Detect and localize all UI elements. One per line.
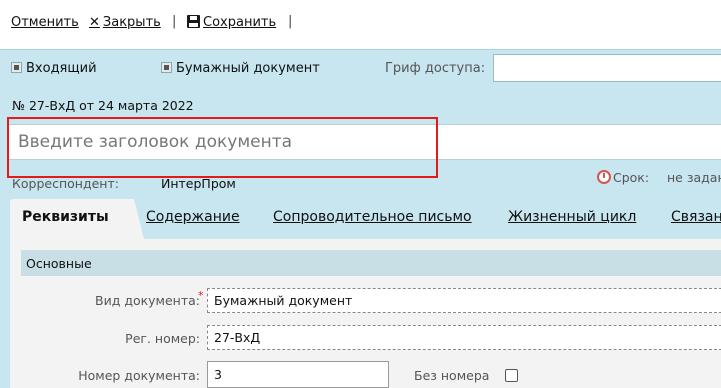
document-number-line: № 27-ВхД от 24 марта 2022 <box>12 98 194 113</box>
doc-number-label: Номер документа: <box>78 368 200 383</box>
doc-kind-label: Вид документа: <box>95 293 200 308</box>
doc-number-value: 3 <box>214 367 222 382</box>
radio-indicator-icon <box>11 62 22 73</box>
floppy-disk-icon <box>187 15 200 28</box>
close-icon: ✕ <box>89 15 100 30</box>
reg-number-field[interactable]: 27-ВхД <box>207 325 721 350</box>
section-header: Основные <box>21 250 721 276</box>
correspondent-label: Корреспондент: <box>12 176 119 191</box>
cancel-button[interactable]: Отменить <box>11 15 79 30</box>
alarm-clock-icon <box>597 170 611 184</box>
correspondent-value[interactable]: ИнтерПром <box>161 176 236 191</box>
incoming-radio-label: Входящий <box>26 61 97 76</box>
access-label: Гриф доступа: <box>385 61 486 76</box>
no-number-checkbox[interactable] <box>505 369 518 382</box>
reg-number-label: Рег. номер: <box>125 331 200 346</box>
deadline-value[interactable]: не задан <box>667 170 721 185</box>
save-button-label: Сохранить <box>203 15 277 30</box>
toolbar-separator: | <box>172 14 177 29</box>
save-button[interactable]: Сохранить <box>187 15 276 30</box>
incoming-radio[interactable]: Входящий <box>11 61 97 76</box>
toolbar: Отменить ✕ Закрыть | Сохранить | <box>0 0 721 50</box>
access-field[interactable] <box>493 54 721 82</box>
deadline-label: Срок: <box>613 170 650 185</box>
required-marker: * <box>198 289 204 302</box>
radio-indicator-icon <box>161 62 172 73</box>
paper-document-radio-label: Бумажный документ <box>176 61 320 76</box>
tab-lifecycle[interactable]: Жизненный цикл <box>508 209 636 225</box>
doc-number-input[interactable]: 3 <box>207 361 389 388</box>
doc-kind-field[interactable]: Бумажный документ <box>207 288 721 313</box>
tab-requisites-label: Реквизиты <box>22 209 109 225</box>
close-button[interactable]: ✕ Закрыть <box>89 15 161 30</box>
section-title: Основные <box>26 256 92 271</box>
tab-content[interactable]: Содержание <box>146 209 240 225</box>
document-title-input[interactable]: Введите заголовок документа <box>8 124 721 160</box>
close-button-label: Закрыть <box>102 15 161 30</box>
no-number-label: Без номера <box>414 368 490 383</box>
tab-requisites[interactable]: Реквизиты <box>10 199 144 239</box>
paper-document-radio[interactable]: Бумажный документ <box>161 61 320 76</box>
tab-related[interactable]: Связанные <box>671 209 721 225</box>
doc-kind-value: Бумажный документ <box>214 293 353 308</box>
document-title-placeholder: Введите заголовок документа <box>18 132 293 152</box>
toolbar-separator: | <box>288 14 293 29</box>
reg-number-value: 27-ВхД <box>214 330 261 345</box>
tab-cover-letter[interactable]: Сопроводительное письмо <box>273 209 472 225</box>
